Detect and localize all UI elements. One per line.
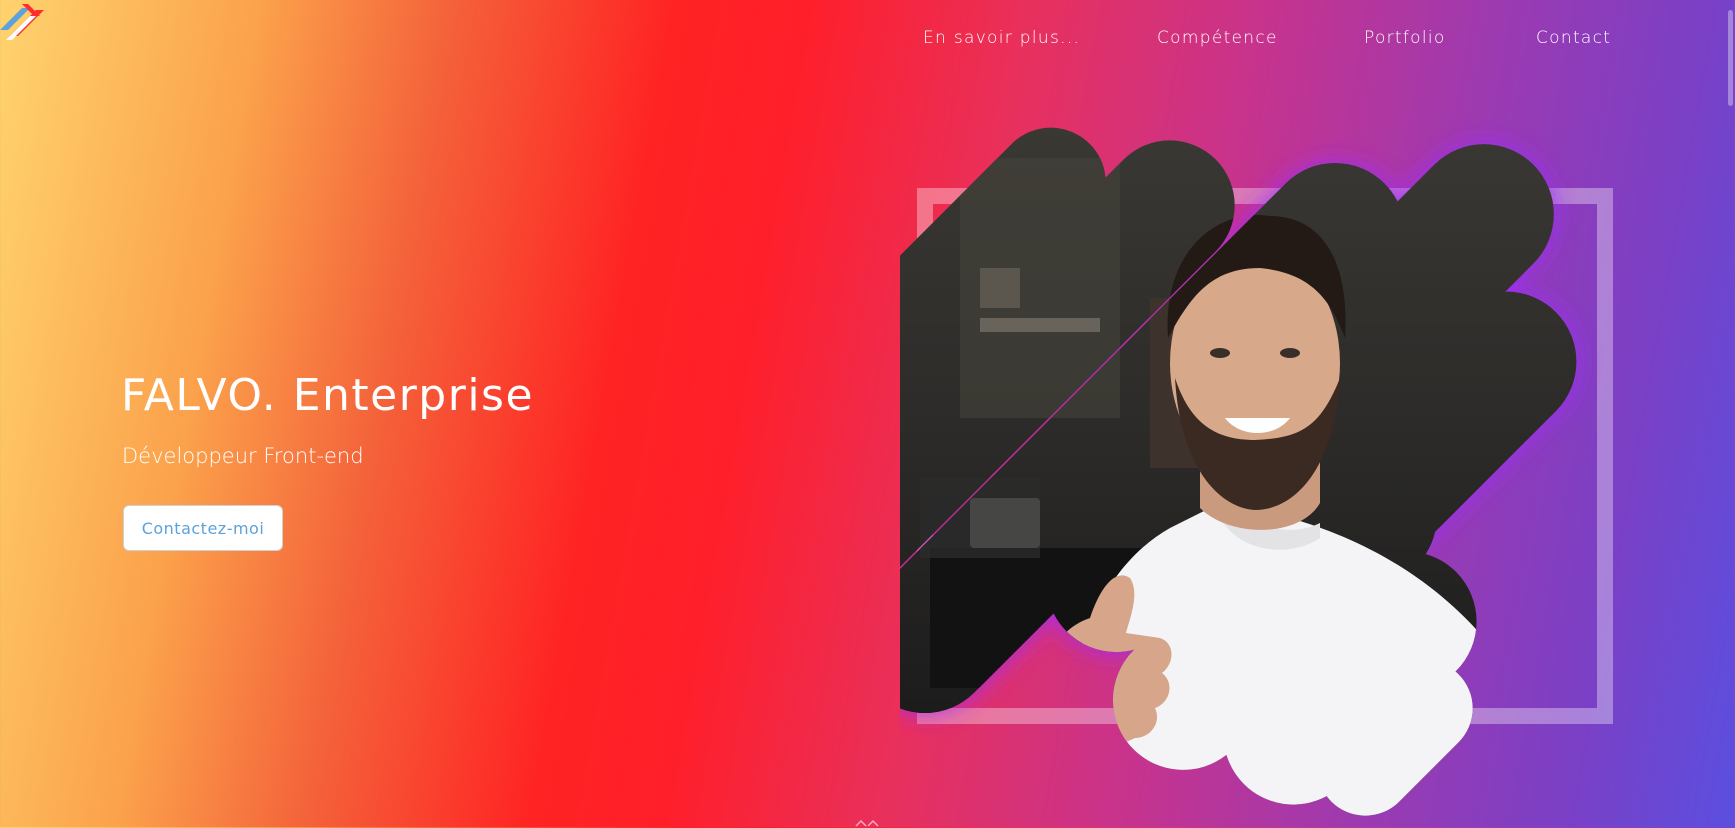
scroll-down-icon[interactable]: [852, 818, 882, 827]
hero-subtitle: Développeur Front-end: [122, 444, 364, 468]
nav-link-about[interactable]: En savoir plus...: [923, 28, 1080, 48]
nav-link-portfolio[interactable]: Portfolio: [1364, 28, 1446, 48]
nav-link-contact[interactable]: Contact: [1536, 28, 1611, 48]
main-nav: En savoir plus... Compétence Portfolio C…: [0, 28, 1735, 54]
nav-link-skills[interactable]: Compétence: [1157, 28, 1278, 48]
hero-title: FALVO. Enterprise: [121, 370, 535, 421]
profile-photo: [900, 104, 1613, 828]
page-scrollbar[interactable]: [1725, 0, 1735, 827]
contact-me-button[interactable]: Contactez-moi: [123, 505, 283, 551]
scrollbar-thumb[interactable]: [1728, 10, 1733, 106]
